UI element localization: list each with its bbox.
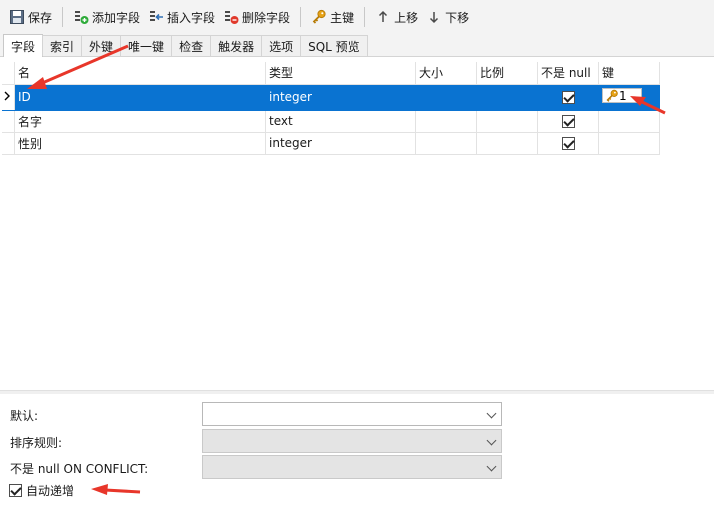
field-size-cell[interactable]	[415, 132, 477, 155]
primary-key-badge: 1	[602, 88, 642, 104]
tab-triggers[interactable]: 触发器	[210, 35, 263, 56]
save-disk-icon	[9, 9, 25, 25]
default-label: 默认:	[10, 409, 39, 423]
on-conflict-dropdown[interactable]	[202, 455, 502, 479]
not-null-cell[interactable]	[537, 110, 599, 133]
save-button[interactable]: 保存	[5, 4, 56, 30]
toolbar-separator	[300, 7, 302, 27]
tab-options[interactable]: 选项	[261, 35, 302, 56]
tab-fields[interactable]: 字段	[3, 34, 44, 57]
chevron-down-icon	[486, 435, 497, 446]
not-null-cell[interactable]	[537, 132, 599, 155]
on-conflict-label: 不是 null ON CONFLICT:	[10, 462, 149, 476]
key-icon	[311, 9, 327, 25]
move-down-button[interactable]: 下移	[422, 4, 473, 30]
table-row[interactable]: 名字 text	[2, 110, 660, 133]
move-up-label: 上移	[394, 10, 419, 25]
add-field-button[interactable]: 添加字段	[69, 4, 144, 30]
key-icon	[606, 89, 618, 102]
delete-field-label: 删除字段	[242, 10, 291, 25]
primary-key-label: 主键	[330, 10, 355, 25]
field-scale-cell[interactable]	[476, 84, 538, 111]
not-null-checkbox[interactable]	[561, 91, 575, 104]
not-null-checkbox[interactable]	[561, 115, 575, 128]
table-header-row: 名 类型 大小 比例 不是 null 键	[2, 62, 660, 85]
auto-increment-label: 自动递增	[26, 484, 75, 498]
column-header-size[interactable]: 大小	[415, 62, 477, 85]
field-size-cell[interactable]	[415, 110, 477, 133]
key-cell[interactable]	[598, 110, 660, 133]
key-cell[interactable]: 1	[598, 84, 660, 111]
add-field-icon	[73, 9, 89, 25]
column-header-type[interactable]: 类型	[265, 62, 416, 85]
move-up-button[interactable]: 上移	[371, 4, 422, 30]
key-order: 1	[619, 88, 627, 103]
default-dropdown[interactable]	[202, 402, 502, 426]
field-type-cell[interactable]: integer	[265, 132, 416, 155]
primary-key-button[interactable]: 主键	[307, 4, 358, 30]
delete-field-icon	[223, 9, 239, 25]
fields-table: 名 类型 大小 比例 不是 null 键 ID integer 1 名字 tex…	[2, 62, 660, 155]
insert-field-button[interactable]: 插入字段	[144, 4, 219, 30]
panel-splitter[interactable]	[0, 390, 714, 394]
row-gutter	[2, 110, 15, 133]
row-pointer-icon	[2, 84, 15, 111]
auto-increment-checkbox[interactable]	[9, 484, 22, 497]
column-header-name[interactable]: 名	[14, 62, 266, 85]
column-header-key[interactable]: 键	[598, 62, 660, 85]
save-label: 保存	[28, 10, 53, 25]
annotation-arrow-auto-increment	[91, 484, 141, 495]
not-null-checkbox[interactable]	[561, 137, 575, 150]
add-field-label: 添加字段	[92, 10, 141, 25]
not-null-cell[interactable]	[537, 84, 599, 111]
fields-grid: 名 类型 大小 比例 不是 null 键 ID integer 1 名字 tex…	[2, 62, 714, 390]
chevron-down-icon	[486, 408, 497, 419]
move-down-label: 下移	[445, 10, 470, 25]
toolbar-separator	[364, 7, 366, 27]
key-cell[interactable]	[598, 132, 660, 155]
field-scale-cell[interactable]	[476, 132, 538, 155]
insert-field-label: 插入字段	[167, 10, 216, 25]
field-scale-cell[interactable]	[476, 110, 538, 133]
insert-field-icon	[148, 9, 164, 25]
table-row[interactable]: 性别 integer	[2, 132, 660, 155]
tab-checks[interactable]: 检查	[171, 35, 212, 56]
column-header-scale[interactable]: 比例	[476, 62, 538, 85]
auto-increment-option[interactable]: 自动递增	[9, 482, 74, 499]
tab-bar: 字段 索引 外键 唯一键 检查 触发器 选项 SQL 预览	[0, 34, 714, 57]
arrow-down-icon	[426, 9, 442, 25]
toolbar: 保存 添加字段 插入字段 删除字段 主键 上移 下移	[0, 0, 714, 34]
arrow-up-icon	[375, 9, 391, 25]
field-type-cell[interactable]: integer	[265, 84, 416, 111]
collation-dropdown[interactable]	[202, 429, 502, 453]
chevron-down-icon	[486, 461, 497, 472]
toolbar-separator	[62, 7, 64, 27]
column-header-not-null[interactable]: 不是 null	[537, 62, 599, 85]
field-name-cell[interactable]: ID	[14, 84, 266, 111]
table-row[interactable]: ID integer 1	[2, 84, 660, 111]
tab-foreign-keys[interactable]: 外键	[81, 35, 122, 56]
field-name-cell[interactable]: 名字	[14, 110, 266, 133]
field-name-cell[interactable]: 性别	[14, 132, 266, 155]
delete-field-button[interactable]: 删除字段	[219, 4, 294, 30]
collation-label: 排序规则:	[10, 436, 63, 450]
tab-sql-preview[interactable]: SQL 预览	[300, 35, 368, 56]
field-type-cell[interactable]: text	[265, 110, 416, 133]
tab-unique-keys[interactable]: 唯一键	[120, 35, 173, 56]
tab-indexes[interactable]: 索引	[42, 35, 83, 56]
row-gutter-header	[2, 62, 15, 85]
field-size-cell[interactable]	[415, 84, 477, 111]
row-gutter	[2, 132, 15, 155]
